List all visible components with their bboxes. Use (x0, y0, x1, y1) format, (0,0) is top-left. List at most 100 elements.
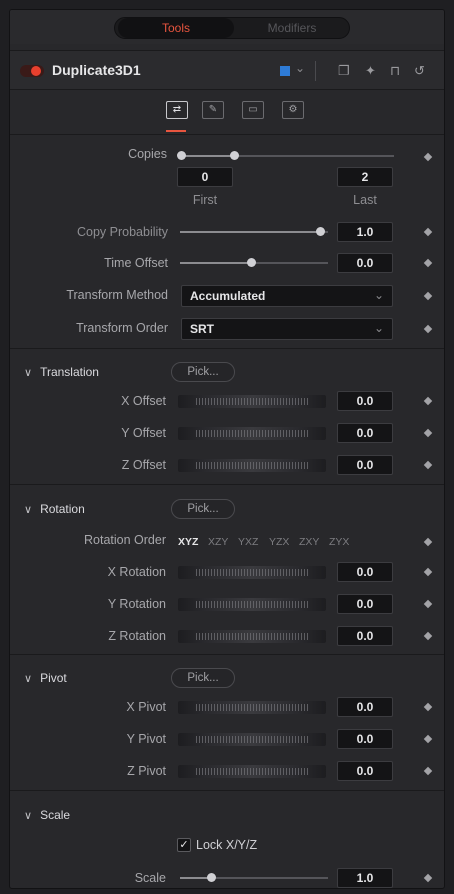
translation-pick-button[interactable]: Pick... (171, 362, 235, 382)
z-rotation-input[interactable]: 0.0 (337, 626, 393, 646)
translation-section: ∨ Translation Pick... X Offset 0.0 Y Offs… (10, 348, 444, 484)
rotation-order-zyx[interactable]: ZYX (329, 536, 349, 548)
z-offset-input[interactable]: 0.0 (337, 455, 393, 475)
materials-tab-icon[interactable]: ✎ (202, 101, 224, 119)
lock-icon[interactable]: ⊓ (390, 63, 400, 79)
pivot-section: ∨ Pivot Pick... X Pivot 0.0 Y Pivot 0.0 Z… (10, 654, 444, 790)
keyframe-diamond-icon[interactable] (423, 702, 433, 712)
x-rotation-thumbwheel[interactable] (178, 566, 326, 579)
keyframe-diamond-icon[interactable] (423, 152, 433, 162)
settings-tab-icon[interactable]: ⚙ (282, 101, 304, 119)
lock-xyz-checkbox[interactable]: ✓ (177, 838, 191, 852)
transform-method-dropdown[interactable]: Accumulated ⌄ (181, 285, 393, 307)
y-offset-thumbwheel[interactable] (178, 427, 326, 440)
copies-last-handle[interactable] (230, 151, 239, 160)
pivot-pick-button[interactable]: Pick... (171, 668, 235, 688)
pin-icon[interactable]: ✦ (365, 63, 376, 79)
scale-title: Scale (40, 808, 71, 822)
toggle-knob (31, 66, 41, 76)
pivot-section-header[interactable]: ∨ Pivot (24, 671, 67, 685)
z-rotation-thumbwheel[interactable] (178, 630, 326, 643)
y-pivot-thumbwheel[interactable] (178, 733, 326, 746)
copies-first-label: First (192, 193, 218, 207)
keyframe-diamond-icon[interactable] (423, 734, 433, 744)
y-pivot-input[interactable]: 0.0 (337, 729, 393, 749)
copies-last-label: Last (353, 193, 377, 207)
keyframe-diamond-icon[interactable] (423, 324, 433, 334)
keyframe-diamond-icon[interactable] (423, 631, 433, 641)
rotation-order-yxz[interactable]: YXZ (238, 536, 258, 548)
x-offset-input[interactable]: 0.0 (337, 391, 393, 411)
chevron-down-icon: ∨ (24, 367, 33, 379)
scale-handle[interactable] (207, 873, 216, 882)
copies-range-slider[interactable] (182, 155, 394, 157)
keyframe-diamond-icon[interactable] (423, 567, 433, 577)
copies-range-fill (182, 155, 234, 157)
keyframe-diamond-icon[interactable] (423, 599, 433, 609)
keyframe-diamond-icon[interactable] (423, 258, 433, 268)
transform-tab-icon[interactable]: ▭ (242, 101, 264, 119)
scale-input[interactable]: 1.0 (337, 868, 393, 888)
transform-order-label: Transform Order (76, 321, 168, 335)
tool-header: Duplicate3D1 ⌄ ❐ ✦ ⊓ ↺ (10, 50, 444, 90)
time-offset-fill (180, 262, 250, 264)
reset-icon[interactable]: ↺ (414, 63, 425, 79)
copies-last-input[interactable]: 2 (337, 167, 393, 187)
z-offset-thumbwheel[interactable] (178, 459, 326, 472)
translation-section-header[interactable]: ∨ Translation (24, 365, 99, 379)
rotation-order-zxy[interactable]: ZXY (299, 536, 319, 548)
copy-probability-slider[interactable] (180, 231, 328, 233)
copy-probability-handle[interactable] (316, 227, 325, 236)
y-rotation-label: Y Rotation (107, 597, 166, 611)
header-divider (315, 61, 316, 81)
chevron-down-icon: ∨ (24, 810, 33, 822)
z-pivot-thumbwheel[interactable] (178, 765, 326, 778)
copies-first-handle[interactable] (177, 151, 186, 160)
rotation-order-yzx[interactable]: YZX (269, 536, 289, 548)
scale-section-header[interactable]: ∨ Scale (24, 808, 70, 822)
z-rotation-label: Z Rotation (108, 629, 166, 643)
keyframe-diamond-icon[interactable] (423, 396, 433, 406)
x-pivot-input[interactable]: 0.0 (337, 697, 393, 717)
keyframe-diamond-icon[interactable] (423, 873, 433, 883)
transform-order-dropdown[interactable]: SRT ⌄ (181, 318, 393, 340)
chevron-down-icon: ∨ (24, 504, 33, 516)
y-rotation-thumbwheel[interactable] (178, 598, 326, 611)
keyframe-diamond-icon[interactable] (423, 428, 433, 438)
tab-tools[interactable]: Tools (118, 18, 234, 38)
y-rotation-input[interactable]: 0.0 (337, 594, 393, 614)
rotation-order-xzy[interactable]: XZY (208, 536, 228, 548)
scale-section: ∨ Scale ✓ Lock X/Y/Z Scale 1.0 (10, 790, 444, 888)
keyframe-diamond-icon[interactable] (423, 227, 433, 237)
y-offset-input[interactable]: 0.0 (337, 423, 393, 443)
keyframe-diamond-icon[interactable] (423, 291, 433, 301)
z-pivot-input[interactable]: 0.0 (337, 761, 393, 781)
rotation-section-header[interactable]: ∨ Rotation (24, 502, 85, 516)
keyframe-diamond-icon[interactable] (423, 537, 433, 547)
x-pivot-thumbwheel[interactable] (178, 701, 326, 714)
tool-color-chip[interactable] (280, 66, 290, 76)
chevron-down-icon: ⌄ (373, 321, 384, 335)
time-offset-handle[interactable] (247, 258, 256, 267)
rotation-pick-button[interactable]: Pick... (171, 499, 235, 519)
keyframe-diamond-icon[interactable] (423, 460, 433, 470)
window-icon[interactable]: ❐ (338, 63, 350, 79)
control-page-tabs: ⇄ ✎ ▭ ⚙ (10, 91, 444, 135)
tool-enable-toggle[interactable] (20, 65, 44, 77)
scale-slider[interactable] (180, 877, 328, 879)
rotation-order-xyz[interactable]: XYZ (178, 536, 198, 548)
x-offset-thumbwheel[interactable] (178, 395, 326, 408)
x-rotation-input[interactable]: 0.0 (337, 562, 393, 582)
z-offset-label: Z Offset (121, 458, 166, 472)
copies-label: Copies (128, 147, 167, 161)
inspector-tabbar: Tools Modifiers (10, 10, 444, 44)
time-offset-input[interactable]: 0.0 (337, 253, 393, 273)
chevron-down-icon[interactable]: ⌄ (295, 61, 305, 75)
copy-probability-input[interactable]: 1.0 (337, 222, 393, 242)
keyframe-diamond-icon[interactable] (423, 766, 433, 776)
copies-first-input[interactable]: 0 (177, 167, 233, 187)
tab-modifiers[interactable]: Modifiers (236, 18, 348, 38)
chevron-down-icon: ⌄ (373, 288, 384, 302)
controls-tab-icon[interactable]: ⇄ (166, 101, 188, 119)
lock-xyz-label: Lock X/Y/Z (196, 838, 258, 852)
